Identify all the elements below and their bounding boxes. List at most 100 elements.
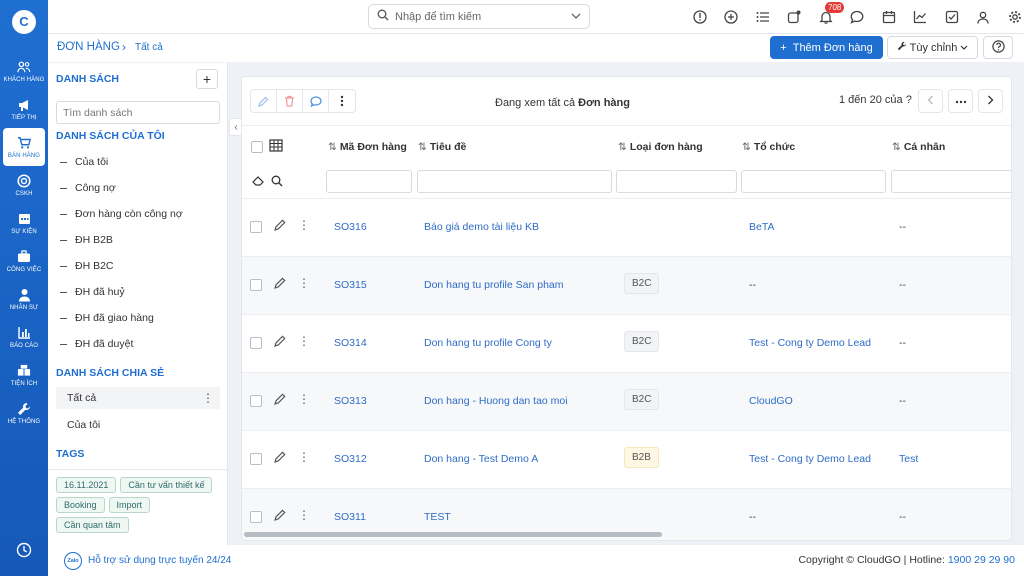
row-checkbox[interactable] (250, 337, 262, 349)
table-row[interactable]: ⋮ SO315 Don hang tu profile San pham B2C… (242, 256, 1011, 314)
column-header-org[interactable]: ⇅ Tổ chức (742, 141, 795, 153)
row-checkbox[interactable] (250, 453, 262, 465)
list-search-input[interactable] (56, 101, 220, 124)
row-checkbox[interactable] (250, 221, 262, 233)
order-title[interactable]: Don hang tu profile Cong ty (424, 337, 552, 349)
more-vertical-icon[interactable]: ⋮ (298, 218, 310, 232)
order-title[interactable]: Don hang - Test Demo A (424, 453, 538, 465)
table-row[interactable]: ⋮ SO316 Báo giá demo tài liệu KB BeTA -- (242, 198, 1011, 256)
order-title[interactable]: Don hang tu profile San pham (424, 279, 564, 291)
scrollbar-thumb[interactable] (244, 532, 662, 537)
column-header-code[interactable]: ⇅ Mã Đơn hàng (328, 141, 407, 153)
support-link[interactable]: Hỗ trợ sử dụng trực tuyến 24/24 (88, 555, 231, 566)
list-item[interactable]: Của tôi (56, 151, 220, 173)
refresh-icon[interactable] (779, 0, 811, 34)
pagination-total[interactable]: ? (906, 94, 912, 106)
order-code[interactable]: SO313 (334, 395, 367, 407)
pencil-icon[interactable] (274, 451, 286, 465)
order-code[interactable]: SO316 (334, 221, 367, 233)
search-icon[interactable] (271, 175, 283, 190)
table-row[interactable]: ⋮ SO313 Don hang - Huong dan tao moi B2C… (242, 372, 1011, 430)
order-title[interactable]: Don hang - Huong dan tao moi (424, 395, 568, 407)
column-header-type[interactable]: ⇅ Loại đơn hàng (618, 141, 703, 153)
breadcrumb-module[interactable]: ĐƠN HÀNG (57, 41, 120, 53)
nav-events[interactable]: SỰ KIỆN (0, 204, 48, 242)
edit-icon[interactable] (251, 90, 277, 112)
column-header-title[interactable]: ⇅ Tiêu đề (418, 141, 466, 153)
app-logo[interactable]: C (12, 10, 36, 34)
filter-type-input[interactable] (616, 170, 737, 193)
add-order-button[interactable]: + Thêm Đơn hàng (770, 36, 883, 59)
nav-sales[interactable]: BÁN HÀNG (3, 128, 45, 166)
column-settings-icon[interactable] (269, 139, 283, 155)
order-person[interactable]: Test (899, 453, 918, 465)
nav-customers[interactable]: KHÁCH HÀNG (0, 52, 48, 90)
horizontal-scrollbar[interactable] (242, 531, 1011, 539)
more-horizontal-button[interactable] (948, 89, 973, 113)
pencil-icon[interactable] (274, 509, 286, 523)
order-code[interactable]: SO314 (334, 337, 367, 349)
shared-list-item-active[interactable]: Tất cả ⋮ (56, 387, 220, 409)
more-vertical-icon[interactable]: ⋮ (298, 450, 310, 464)
task-check-icon[interactable] (936, 0, 968, 34)
calendar-icon[interactable] (873, 0, 905, 34)
more-vertical-icon[interactable]: ⋮ (202, 391, 214, 405)
row-checkbox[interactable] (250, 511, 262, 523)
nav-reports[interactable]: BÁO CÁO (0, 318, 48, 356)
pencil-icon[interactable] (274, 335, 286, 349)
list-item[interactable]: Đơn hàng còn công nợ (56, 203, 220, 225)
filter-title-input[interactable] (417, 170, 612, 193)
more-vertical-icon[interactable] (329, 90, 355, 112)
pencil-icon[interactable] (274, 219, 286, 233)
order-org[interactable]: Test - Cong ty Demo Lead (749, 337, 871, 349)
list-item[interactable]: ĐH B2B (56, 229, 220, 251)
nav-utilities[interactable]: TIỆN ÍCH (0, 356, 48, 394)
order-code[interactable]: SO311 (334, 511, 366, 523)
gear-icon[interactable] (999, 0, 1024, 34)
more-vertical-icon[interactable]: ⋮ (298, 508, 310, 522)
hotline-number[interactable]: 1900 29 29 90 (948, 554, 1015, 566)
more-vertical-icon[interactable]: ⋮ (298, 392, 310, 406)
pencil-icon[interactable] (274, 277, 286, 291)
bell-icon[interactable]: 708 (810, 0, 845, 34)
shared-list-item[interactable]: Của tôi (56, 414, 220, 436)
filter-code-input[interactable] (326, 170, 412, 193)
chart-icon[interactable] (905, 0, 937, 34)
user-icon[interactable] (968, 0, 1000, 34)
table-row[interactable]: ⋮ SO312 Don hang - Test Demo A B2B Test … (242, 430, 1011, 488)
pencil-icon[interactable] (274, 393, 286, 407)
list-item[interactable]: ĐH đã giao hàng (56, 307, 220, 329)
more-vertical-icon[interactable]: ⋮ (298, 334, 310, 348)
global-search[interactable] (368, 4, 590, 29)
breadcrumb-view[interactable]: Tất cả (135, 42, 163, 53)
order-code[interactable]: SO315 (334, 279, 367, 291)
nav-support[interactable]: CSKH (0, 166, 48, 204)
order-title[interactable]: TEST (424, 511, 451, 523)
row-checkbox[interactable] (250, 279, 262, 291)
comment-icon[interactable] (303, 90, 329, 112)
order-title[interactable]: Báo giá demo tài liệu KB (424, 221, 539, 233)
help-button[interactable] (983, 36, 1013, 59)
list-item[interactable]: ĐH đã duyệt (56, 333, 220, 355)
filter-org-input[interactable] (741, 170, 886, 193)
list-item[interactable]: Công nợ (56, 177, 220, 199)
list-icon[interactable] (747, 0, 779, 34)
order-org[interactable]: CloudGO (749, 395, 793, 407)
tag[interactable]: Cần tư vấn thiết kế (120, 477, 213, 493)
next-page-button[interactable] (978, 89, 1003, 113)
order-org[interactable]: Test - Cong ty Demo Lead (749, 453, 871, 465)
nav-marketing[interactable]: TIẾP THỊ (0, 90, 48, 128)
search-input[interactable] (395, 10, 571, 23)
filter-person-input[interactable] (891, 170, 1011, 193)
list-item[interactable]: ĐH B2C (56, 255, 220, 277)
table-row[interactable]: ⋮ SO314 Don hang tu profile Cong ty B2C … (242, 314, 1011, 372)
column-header-person[interactable]: ⇅ Cá nhân (892, 141, 945, 153)
chat-icon[interactable] (842, 0, 874, 34)
order-org[interactable]: BeTA (749, 221, 774, 233)
more-vertical-icon[interactable]: ⋮ (298, 276, 310, 290)
add-list-button[interactable]: + (196, 69, 218, 89)
info-icon[interactable] (684, 0, 716, 34)
select-all-checkbox[interactable] (251, 141, 263, 153)
tag[interactable]: Import (108, 497, 151, 513)
nav-tasks[interactable]: CÔNG VIỆC (0, 242, 48, 280)
